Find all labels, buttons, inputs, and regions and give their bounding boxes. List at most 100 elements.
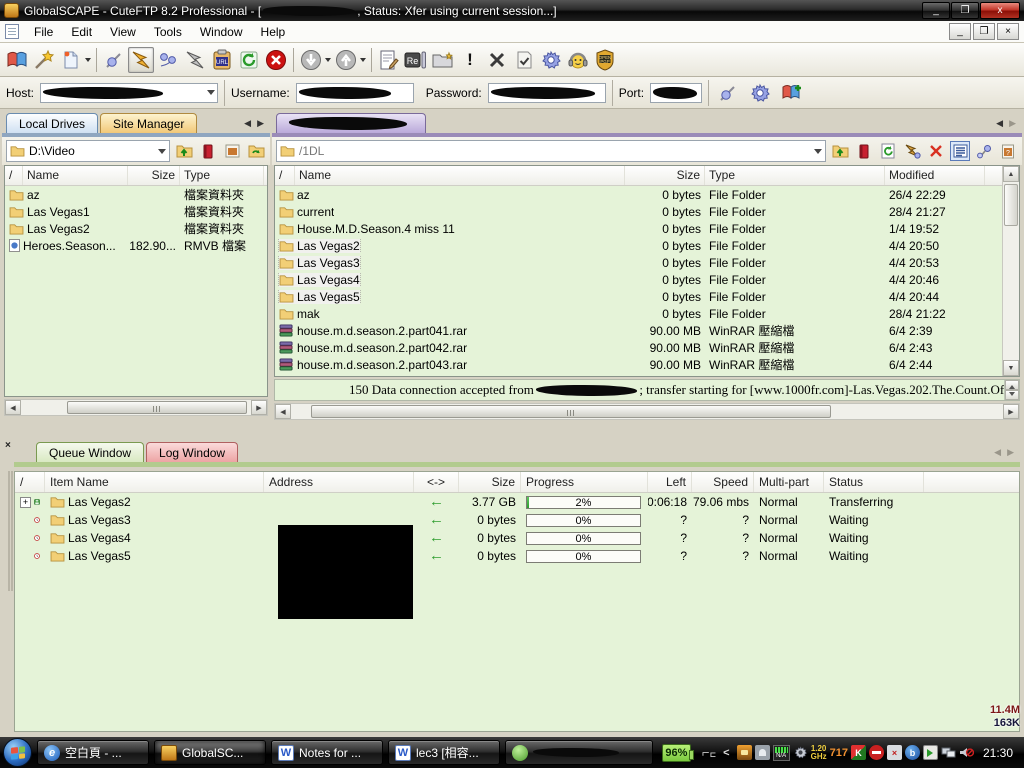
column-left[interactable]: Left: [648, 472, 692, 492]
error-x-tray-icon[interactable]: ×: [887, 745, 902, 760]
taskbar-clock[interactable]: 21:30: [983, 746, 1013, 760]
file-row[interactable]: house.m.d.season.2.part041.rar 90.00 MB …: [275, 322, 1019, 339]
taskbar-item-word-lec3[interactable]: Wlec3 [相容...: [388, 740, 500, 765]
tab-scroll-left-icon[interactable]: ◀: [244, 118, 251, 129]
column-multipart[interactable]: Multi-part: [754, 472, 824, 492]
add-site-book-icon[interactable]: [779, 80, 805, 106]
file-row[interactable]: house.m.d.season.2.part042.rar 90.00 MB …: [275, 339, 1019, 356]
remote-horizontal-scrollbar[interactable]: ◀ ▶: [274, 403, 1020, 420]
scroll-left-icon[interactable]: ◀: [275, 404, 291, 419]
settings-gear-icon[interactable]: [538, 47, 564, 73]
column-status[interactable]: Status: [824, 472, 924, 492]
file-row[interactable]: az 檔案資料夾: [5, 186, 267, 203]
transfer-plug-icon[interactable]: [974, 141, 994, 161]
queue-grip-handle[interactable]: [8, 471, 13, 591]
file-row[interactable]: Las Vegas2 0 bytes File Folder 4/4 20:50: [275, 237, 1019, 254]
status-scroll-spinner[interactable]: [1004, 380, 1019, 400]
remote-path-combo-arrow[interactable]: [814, 149, 822, 158]
delete-icon[interactable]: [484, 47, 510, 73]
file-row[interactable]: Las Vegas3 0 bytes File Folder 4/4 20:53: [275, 254, 1019, 271]
tab-site-manager[interactable]: Site Manager: [100, 113, 197, 133]
queue-row[interactable]: Las Vegas5 ← 0 bytes 0% ? ? Normal Waiti…: [15, 547, 1019, 565]
scrollbar-thumb[interactable]: [1004, 184, 1018, 226]
column-progress[interactable]: Progress: [521, 472, 648, 492]
connect-plug-icon[interactable]: [715, 80, 741, 106]
port-input[interactable]: [650, 83, 702, 103]
scroll-up-icon[interactable]: ▲: [1003, 166, 1019, 182]
url-clipboard-icon[interactable]: URL: [209, 47, 235, 73]
password-input[interactable]: [488, 83, 606, 103]
kaspersky-tray-icon[interactable]: K: [851, 745, 866, 760]
column-size[interactable]: Size: [128, 166, 180, 185]
scroll-left-icon[interactable]: ◀: [5, 400, 21, 415]
rename-icon[interactable]: Re: [403, 47, 429, 73]
connection-wizard-wand-icon[interactable]: [31, 47, 57, 73]
local-path-combo[interactable]: D:\Video: [6, 140, 170, 162]
new-document-dropdown-caret[interactable]: [85, 58, 91, 65]
menu-tools[interactable]: Tools: [145, 23, 191, 41]
gear-tray-icon[interactable]: [793, 745, 808, 760]
red-book-icon[interactable]: [854, 141, 874, 161]
tab-scroll-left-icon[interactable]: ◀: [994, 447, 1001, 458]
queue-row[interactable]: + Las Vegas2 ← 3.77 GB 2% 0:06:18 79.06 …: [15, 493, 1019, 511]
folder-refresh-icon[interactable]: [246, 141, 266, 161]
minimize-button[interactable]: _: [922, 2, 950, 19]
file-row[interactable]: Las Vegas1 檔案資料夾: [5, 203, 267, 220]
quick-connect-bolt-icon[interactable]: [128, 47, 154, 73]
file-row[interactable]: current 0 bytes File Folder 28/4 21:27: [275, 203, 1019, 220]
scroll-right-icon[interactable]: ▶: [251, 400, 267, 415]
local-horizontal-scrollbar[interactable]: ◀ ▶: [4, 399, 268, 416]
temperature-tray-text[interactable]: 717: [830, 747, 848, 759]
column-name[interactable]: Name: [23, 166, 128, 185]
taskbar-item-cuteftp[interactable]: GlobalSC...: [154, 740, 266, 765]
stop-icon[interactable]: [263, 47, 289, 73]
column-item-name[interactable]: Item Name: [45, 472, 264, 492]
network-tray-icon[interactable]: [941, 745, 956, 760]
taskbar-item-messenger[interactable]: [505, 740, 653, 765]
file-row[interactable]: House.M.D.Season.4 miss 11 0 bytes File …: [275, 220, 1019, 237]
pointer-plug-icon[interactable]: [902, 141, 922, 161]
file-row[interactable]: Las Vegas5 0 bytes File Folder 4/4 20:44: [275, 288, 1019, 305]
blocked-tray-icon[interactable]: [869, 745, 884, 760]
tab-local-drives[interactable]: Local Drives: [6, 113, 98, 133]
menu-window[interactable]: Window: [191, 23, 252, 41]
host-combo-arrow[interactable]: [207, 90, 215, 99]
bittorrent-tray-icon[interactable]: b: [905, 745, 920, 760]
column-sort[interactable]: /: [15, 472, 45, 492]
delete-x-icon[interactable]: [926, 141, 946, 161]
close-button[interactable]: x: [980, 2, 1020, 19]
taskbar-item-browser[interactable]: e空白頁 - ...: [37, 740, 149, 765]
remote-path-combo[interactable]: /1DL: [276, 140, 826, 162]
scroll-right-icon[interactable]: ▶: [1003, 404, 1019, 419]
refresh-page-icon[interactable]: [878, 141, 898, 161]
column-address[interactable]: Address: [264, 472, 414, 492]
column-type[interactable]: Type: [705, 166, 885, 185]
file-row[interactable]: Las Vegas2 檔案資料夾: [5, 220, 267, 237]
queue-close-icon[interactable]: ×: [5, 440, 11, 451]
file-row[interactable]: Heroes.Season... 182.90... RMVB 檔案: [5, 237, 267, 254]
tab-scroll-right-icon[interactable]: ▶: [257, 118, 264, 129]
download-icon[interactable]: [298, 47, 324, 73]
photo-viewer-tray-icon[interactable]: [737, 745, 752, 760]
download-dropdown-caret[interactable]: [325, 58, 331, 65]
media-play-tray-icon[interactable]: [923, 745, 938, 760]
priority-icon[interactable]: !: [457, 47, 483, 73]
tab-queue-window[interactable]: Queue Window: [36, 442, 144, 462]
remote-vertical-scrollbar[interactable]: ▲ ▼: [1002, 166, 1019, 376]
expand-icon[interactable]: +: [20, 497, 31, 508]
scroll-down-icon[interactable]: ▼: [1003, 360, 1019, 376]
restore-button[interactable]: ❐: [951, 2, 979, 19]
tab-scroll-right-icon[interactable]: ▶: [1009, 118, 1016, 129]
network-meter-tray-icon[interactable]: N/A: [773, 745, 790, 761]
tray-collapse-icon[interactable]: <: [723, 747, 729, 759]
mdi-close-button[interactable]: ×: [997, 23, 1019, 40]
local-path-combo-arrow[interactable]: [158, 149, 166, 158]
mdi-minimize-button[interactable]: _: [949, 23, 971, 40]
upload-icon[interactable]: [333, 47, 359, 73]
column-sort[interactable]: /: [275, 166, 295, 185]
connection-settings-gear-icon[interactable]: [747, 80, 773, 106]
column-speed[interactable]: Speed: [692, 472, 754, 492]
refresh-icon[interactable]: [236, 47, 262, 73]
file-row[interactable]: az 0 bytes File Folder 26/4 22:29: [275, 186, 1019, 203]
upload-dropdown-caret[interactable]: [360, 58, 366, 65]
